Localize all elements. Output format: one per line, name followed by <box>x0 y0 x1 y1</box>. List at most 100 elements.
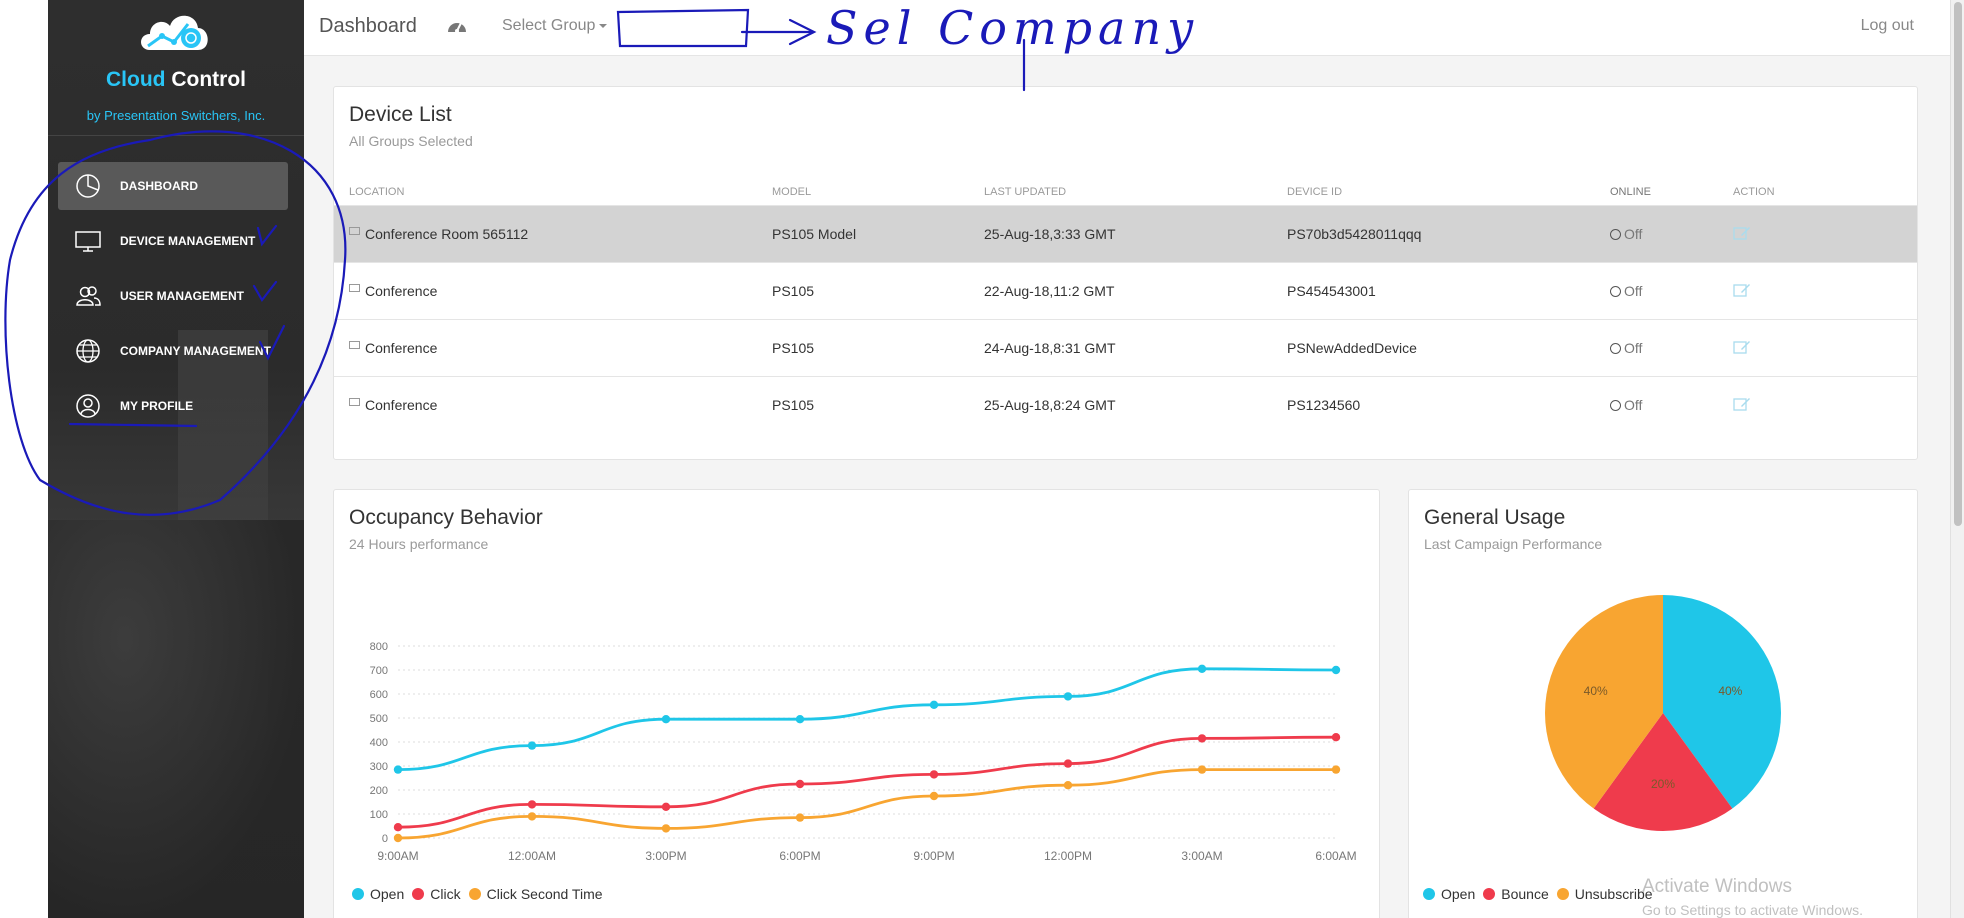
cell-action <box>1733 397 1833 414</box>
cloud-logo-icon <box>141 15 208 50</box>
status-circle-icon <box>1610 342 1621 354</box>
usage-title: General Usage <box>1424 506 1566 529</box>
device-icon <box>349 284 360 292</box>
data-point <box>527 812 537 821</box>
brand-subtitle: by Presentation Switchers, Inc. <box>86 108 266 123</box>
x-tick-label: 3:00AM <box>1181 849 1222 863</box>
x-tick-label: 3:00PM <box>645 849 686 863</box>
usage-card: General Usage Last Campaign Performance … <box>1408 489 1918 918</box>
table-row[interactable]: Conference Room 565112 PS105 Model 25-Au… <box>334 205 1917 262</box>
sidebar-nav: DASHBOARD DEVICE MANAGEMENT USER MANAGEM… <box>58 162 288 437</box>
data-point <box>393 823 403 832</box>
device-list-title: Device List <box>349 103 452 126</box>
select-group-dropdown[interactable]: Select Group <box>502 17 608 35</box>
status-circle-icon <box>1610 399 1621 411</box>
pie-slice-label: 40% <box>1718 684 1742 698</box>
location-text: Conference <box>365 397 438 413</box>
legend-dot-unsubscribe <box>1556 888 1569 900</box>
sidebar-item-device-management[interactable]: DEVICE MANAGEMENT <box>58 217 288 265</box>
cell-action <box>1733 283 1833 300</box>
col-model: MODEL <box>772 186 812 198</box>
device-list-subtitle: All Groups Selected <box>349 133 473 149</box>
location-text: Conference Room 565112 <box>365 226 529 242</box>
legend-label-open: Open <box>370 886 405 902</box>
data-point <box>1197 765 1207 774</box>
data-point <box>527 741 537 750</box>
data-point <box>661 715 671 724</box>
legend-label-bounce: Bounce <box>1501 886 1549 902</box>
x-tick-label: 9:00AM <box>377 849 418 863</box>
cell-model: PS105 <box>772 397 815 413</box>
col-action: ACTION <box>1733 186 1775 198</box>
data-point <box>1063 692 1073 701</box>
sidebar-item-label: USER MANAGEMENT <box>120 289 245 303</box>
main-content: Device List All Groups Selected LOCATION… <box>304 56 1950 918</box>
col-location: LOCATION <box>349 186 405 198</box>
device-list-card: Device List All Groups Selected LOCATION… <box>333 86 1918 460</box>
data-point <box>795 779 805 789</box>
top-header: Dashboard Select Group Log out <box>304 0 1950 56</box>
page-title: Dashboard <box>319 15 417 37</box>
globe-icon <box>74 337 102 365</box>
occupancy-title: Occupancy Behavior <box>349 506 543 529</box>
cell-location: Conference <box>349 397 772 413</box>
edit-icon[interactable] <box>1733 283 1751 297</box>
data-point <box>527 800 537 809</box>
cell-model: PS105 <box>772 340 815 356</box>
cell-updated: 25-Aug-18,3:33 GMT <box>984 226 1116 242</box>
location-text: Conference <box>365 340 438 356</box>
data-point <box>795 715 805 724</box>
page-scrollbar[interactable] <box>1950 0 1964 918</box>
cell-location: Conference <box>349 283 772 299</box>
data-point <box>1063 781 1073 790</box>
table-row[interactable]: Conference PS105 25-Aug-18,8:24 GMT PS12… <box>334 376 1917 433</box>
legend-dot-bounce <box>1483 888 1496 900</box>
cell-location: Conference <box>349 340 772 356</box>
data-point <box>1331 665 1341 675</box>
brand-name: Cloud Control <box>48 68 304 92</box>
legend-label-click-second: Click Second Time <box>486 886 603 902</box>
legend-dot-click <box>412 888 425 900</box>
sidebar-item-dashboard[interactable]: DASHBOARD <box>58 162 288 210</box>
data-point <box>393 833 403 843</box>
edit-icon[interactable] <box>1733 397 1751 411</box>
data-point <box>1197 734 1207 743</box>
device-icon <box>349 341 360 349</box>
scrollbar-thumb[interactable] <box>1954 2 1962 526</box>
legend-label-unsubscribe: Unsubscribe <box>1574 886 1653 902</box>
sidebar-item-user-management[interactable]: USER MANAGEMENT <box>58 272 288 320</box>
status-circle-icon <box>1610 228 1621 240</box>
occupancy-subtitle: 24 Hours performance <box>349 536 489 552</box>
activate-windows-watermark: Activate Windows <box>1642 876 1792 897</box>
col-online: ONLINE <box>1610 186 1651 198</box>
legend-dot-open <box>1423 888 1435 900</box>
cell-model: PS105 <box>772 283 815 299</box>
online-text: Off <box>1624 340 1643 356</box>
y-tick-label: 500 <box>370 713 388 725</box>
device-icon <box>349 227 360 235</box>
edit-icon[interactable] <box>1733 340 1751 354</box>
sidebar-item-my-profile[interactable]: MY PROFILE <box>58 382 288 430</box>
cell-device-id: PS454543001 <box>1287 283 1376 299</box>
edit-icon[interactable] <box>1733 226 1751 240</box>
y-tick-label: 0 <box>382 833 388 845</box>
col-last-updated: LAST UPDATED <box>984 186 1067 198</box>
y-tick-label: 100 <box>370 809 388 821</box>
table-row[interactable]: Conference PS105 24-Aug-18,8:31 GMT PSNe… <box>334 319 1917 376</box>
data-point <box>929 770 939 779</box>
y-tick-label: 400 <box>370 737 388 749</box>
cell-online: Off <box>1610 340 1733 356</box>
device-table: LOCATION MODEL LAST UPDATED DEVICE ID ON… <box>334 179 1917 433</box>
legend-label-open: Open <box>1441 886 1476 902</box>
table-row[interactable]: Conference PS105 22-Aug-18,11:2 GMT PS45… <box>334 262 1917 319</box>
cell-action <box>1733 226 1833 243</box>
y-tick-label: 600 <box>370 689 388 701</box>
sidebar-item-company-management[interactable]: COMPANY MANAGEMENT <box>58 327 288 375</box>
usage-pie-chart: 40% 20% 40% <box>1545 595 1781 831</box>
cell-updated: 25-Aug-18,8:24 GMT <box>984 397 1116 413</box>
logout-link[interactable]: Log out <box>1861 17 1914 35</box>
usage-subtitle: Last Campaign Performance <box>1424 536 1603 552</box>
legend-label-click: Click <box>430 886 461 902</box>
legend-dot-open <box>352 888 364 900</box>
data-point <box>929 791 939 801</box>
